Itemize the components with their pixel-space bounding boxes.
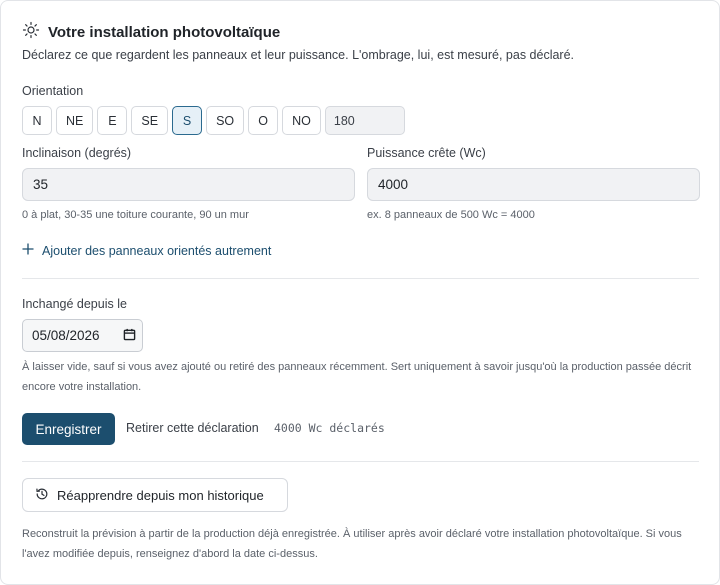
puissance-label: Puissance crête (Wc) — [367, 146, 486, 160]
unchanged-since-note: À laisser vide, sauf si vous avez ajouté… — [22, 361, 692, 393]
orientation-option-se[interactable]: SE — [131, 106, 169, 135]
relearn-note: Reconstruit la prévision à partir de la … — [22, 528, 682, 560]
orientation-option-o[interactable]: O — [248, 106, 279, 135]
add-panels-link[interactable]: Ajouter des panneaux orientés autrement — [22, 243, 271, 258]
orientation-option-no[interactable]: NO — [282, 106, 321, 135]
orientation-option-so[interactable]: SO — [206, 106, 245, 135]
add-panels-label: Ajouter des panneaux orientés autrement — [42, 243, 272, 258]
divider — [22, 461, 699, 462]
unchanged-since-label: Inchangé depuis le — [22, 297, 127, 311]
orientation-option-ne[interactable]: NE — [56, 106, 94, 135]
orientation-option-n[interactable]: N — [22, 106, 52, 135]
inclinaison-hint: 0 à plat, 30-35 une toiture courante, 90… — [22, 209, 249, 221]
relearn-history-label: Réapprendre depuis mon historique — [57, 487, 264, 503]
solar-installation-card: Votre installation photovoltaïque Déclar… — [0, 0, 720, 585]
orientation-label: Orientation — [22, 84, 84, 98]
declared-power-status: 4000 Wc déclarés — [274, 421, 385, 435]
puissance-hint: ex. 8 panneaux de 500 Wc = 4000 — [367, 209, 535, 221]
card-subtitle: Déclarez ce que regardent les panneaux e… — [22, 48, 575, 62]
remove-declaration-button[interactable]: Retirer cette déclaration — [126, 421, 259, 435]
orientation-degrees-input[interactable]: 180 — [324, 106, 405, 135]
orientation-selector: N NE E SE S SO O NO 180 — [22, 106, 405, 135]
history-icon — [35, 487, 49, 504]
save-button[interactable]: Enregistrer — [22, 413, 115, 445]
puissance-input[interactable]: 4000 — [367, 168, 700, 201]
date-value: 05/08/2026 — [32, 328, 100, 343]
calendar-icon[interactable] — [123, 328, 136, 344]
sun-icon — [22, 21, 40, 44]
orientation-option-s[interactable]: S — [172, 106, 203, 135]
plus-icon — [22, 243, 34, 258]
divider — [22, 278, 699, 279]
orientation-option-e[interactable]: E — [97, 106, 128, 135]
inclinaison-label: Inclinaison (degrés) — [22, 146, 132, 160]
card-title: Votre installation photovoltaïque — [48, 23, 281, 41]
card-header: Votre installation photovoltaïque — [22, 21, 281, 44]
inclinaison-input[interactable]: 35 — [22, 168, 355, 201]
relearn-history-button[interactable]: Réapprendre depuis mon historique — [22, 478, 288, 512]
unchanged-since-date-input[interactable]: 05/08/2026 — [22, 319, 143, 352]
